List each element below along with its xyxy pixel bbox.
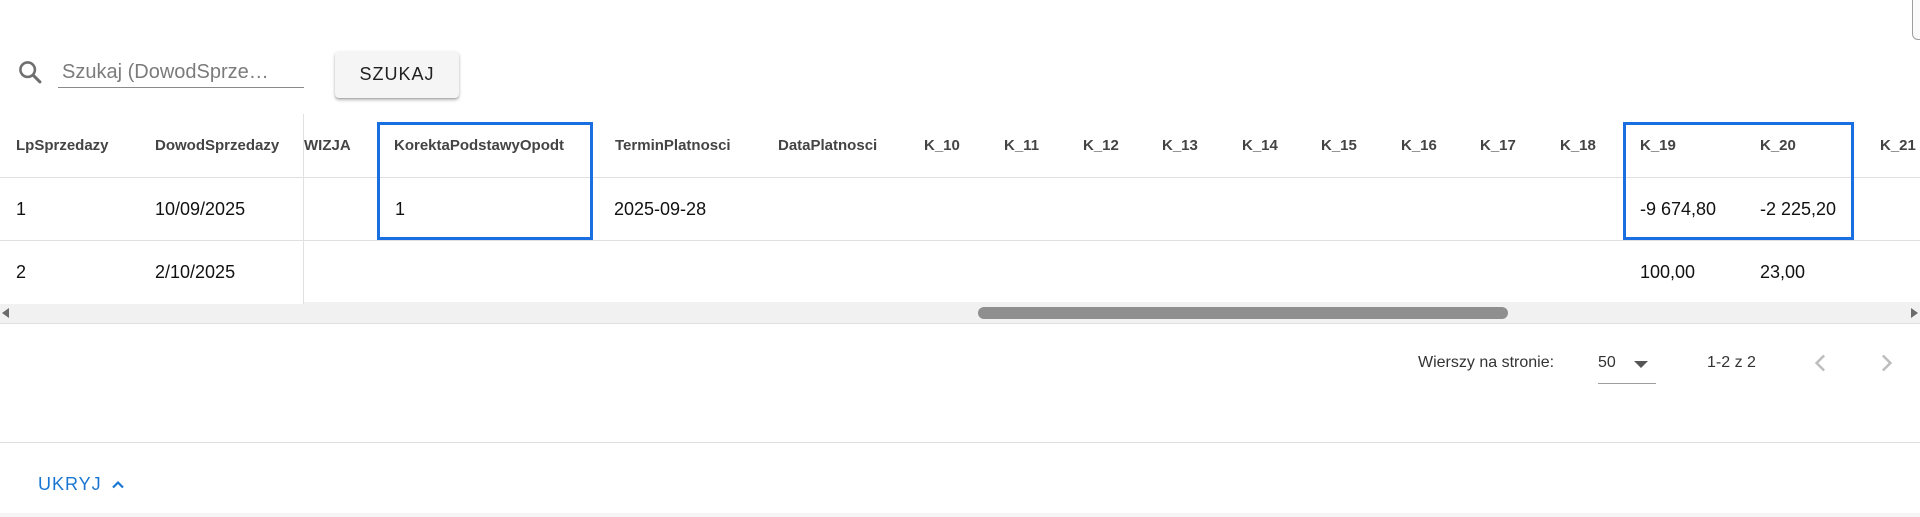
side-panel-handle[interactable] (1912, 0, 1920, 40)
table-row[interactable]: 2 2/10/2025 (0, 241, 304, 304)
column-header-k19[interactable]: K_19 (1640, 114, 1730, 177)
search-bar (16, 52, 304, 94)
table-cell: 10/09/2025 (155, 198, 246, 219)
table-cell (304, 241, 354, 304)
table-cell: 1 (16, 198, 27, 219)
table-row[interactable]: 100,00 23,00 (304, 241, 1920, 304)
table-cell (778, 241, 908, 304)
search-input[interactable] (58, 58, 304, 88)
caret-down-icon (1634, 361, 1648, 368)
table-cell: 2025-09-28 (614, 198, 707, 219)
pinned-columns: LpSprzedazy DowodSprzedazy 1 10/09/2025 … (0, 114, 304, 304)
table-cell: -9 674,80 (1640, 198, 1717, 219)
previous-page-button[interactable] (1806, 348, 1836, 378)
table-cell (614, 241, 764, 304)
section-divider (0, 442, 1920, 443)
column-header-dowodsprzedazy[interactable]: DowodSprzedazy (155, 114, 304, 177)
column-header-k14[interactable]: K_14 (1242, 114, 1302, 177)
table-row[interactable]: 1 10/09/2025 (0, 178, 304, 241)
hide-toggle-label: UKRYJ (38, 474, 102, 494)
table-cell (1880, 241, 1920, 304)
column-header-k16[interactable]: K_16 (1401, 114, 1461, 177)
column-header-k11[interactable]: K_11 (1004, 114, 1064, 177)
column-header-dataplatnosci[interactable]: DataPlatnosci (778, 114, 908, 177)
table-cell (395, 241, 575, 304)
column-header-k20[interactable]: K_20 (1760, 114, 1850, 177)
chevron-right-icon (1881, 354, 1893, 372)
column-header-korektapodstawyopodt[interactable]: KorektaPodstawyOpodt (394, 114, 574, 177)
rows-per-page-select[interactable]: 50 (1598, 344, 1656, 384)
column-header-k17[interactable]: K_17 (1480, 114, 1540, 177)
table-cell (778, 178, 908, 240)
table-cell (1880, 178, 1920, 240)
scrollbar-thumb[interactable] (978, 307, 1508, 319)
table-cell: -2 225,20 (1760, 198, 1837, 219)
table-cell: 23,00 (1760, 262, 1806, 282)
table-cell: 2 (16, 262, 27, 282)
column-header-k18[interactable]: K_18 (1560, 114, 1620, 177)
table-cell: 100,00 (1640, 262, 1696, 282)
table-row[interactable]: 1 2025-09-28 -9 674,80 -2 225,20 (304, 178, 1920, 241)
bottom-strip (0, 513, 1920, 517)
column-header-k13[interactable]: K_13 (1162, 114, 1222, 177)
search-icon (19, 61, 42, 84)
table-cell: 1 (395, 198, 406, 219)
column-header-k21[interactable]: K_21 (1880, 114, 1920, 177)
table-cell (304, 178, 354, 240)
pagination-range: 1-2 z 2 (1707, 354, 1756, 371)
column-header-k12[interactable]: K_12 (1083, 114, 1143, 177)
rows-per-page-value: 50 (1598, 354, 1616, 371)
search-button[interactable]: SZUKAJ (335, 51, 459, 98)
chevron-left-icon (1814, 354, 1826, 372)
next-page-button[interactable] (1871, 348, 1901, 378)
horizontal-scrollbar[interactable] (0, 302, 1920, 324)
scroll-left-arrow-icon[interactable] (2, 308, 9, 318)
column-header-terminplatnosci[interactable]: TerminPlatnosci (615, 114, 765, 177)
scrollable-columns[interactable]: WIZJA KorektaPodstawyOpodt TerminPlatnos… (304, 114, 1920, 304)
column-header-k15[interactable]: K_15 (1321, 114, 1381, 177)
rows-per-page-label: Wierszy na stronie: (1418, 354, 1555, 371)
column-header-k10[interactable]: K_10 (924, 114, 984, 177)
table-cell: 2/10/2025 (155, 262, 236, 282)
scroll-right-arrow-icon[interactable] (1911, 308, 1918, 318)
hide-toggle-button[interactable]: UKRYJ (38, 474, 128, 495)
data-table: LpSprzedazy DowodSprzedazy 1 10/09/2025 … (0, 114, 1920, 304)
header-row: WIZJA KorektaPodstawyOpodt TerminPlatnos… (304, 114, 1920, 178)
column-header-lpsprzedazy[interactable]: LpSprzedazy (16, 114, 146, 177)
column-header-wizja[interactable]: WIZJA (304, 114, 354, 177)
header-row: LpSprzedazy DowodSprzedazy (0, 114, 304, 178)
chevron-up-icon (111, 480, 124, 488)
